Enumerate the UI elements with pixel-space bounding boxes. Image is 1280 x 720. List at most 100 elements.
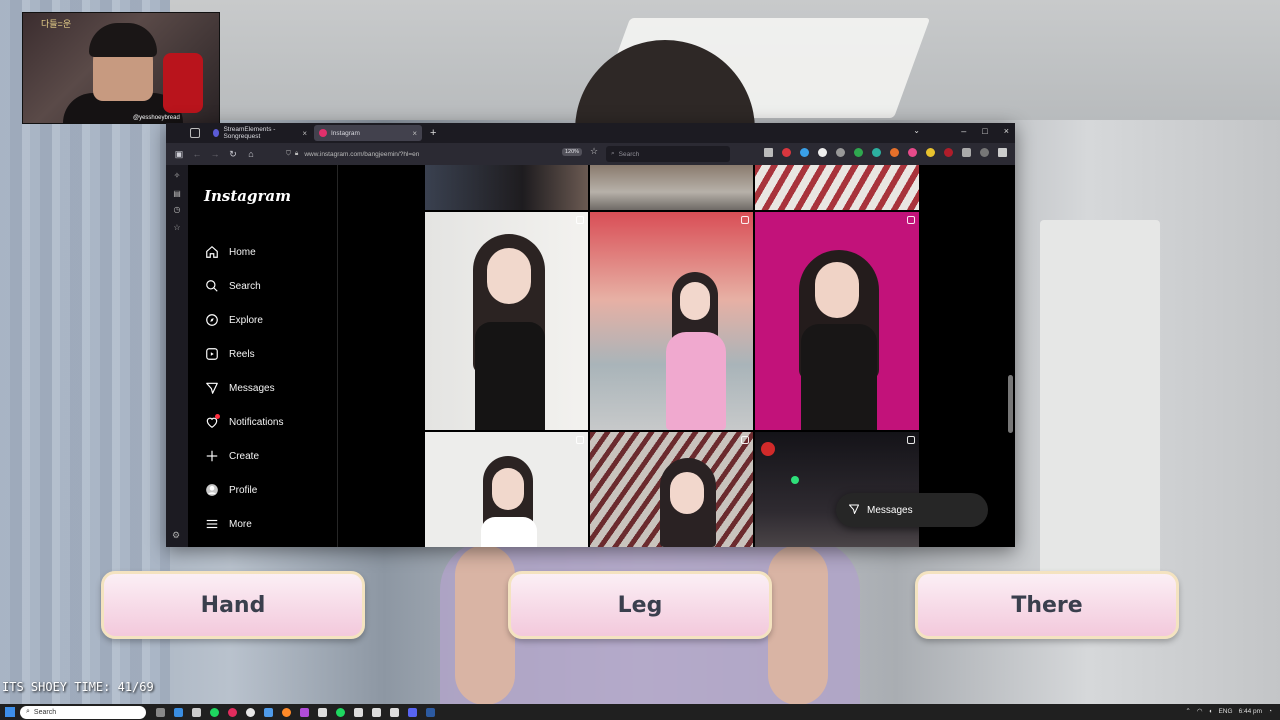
nav-item-messages[interactable]: Messages xyxy=(204,371,283,405)
extension-orange-icon[interactable] xyxy=(890,148,899,157)
post-thumbnail[interactable] xyxy=(425,165,588,210)
browser-window: StreamElements - Songrequest × Instagram… xyxy=(166,123,1015,547)
nav-item-more[interactable]: More xyxy=(204,507,283,541)
app-icon[interactable] xyxy=(318,707,327,717)
extension-green-icon[interactable] xyxy=(854,148,863,157)
post-thumbnail[interactable] xyxy=(425,212,588,430)
extension-pink-icon[interactable] xyxy=(908,148,917,157)
chevron-down-icon[interactable]: ⌄ xyxy=(913,126,920,135)
close-icon[interactable]: × xyxy=(412,129,417,138)
floating-messages-label: Messages xyxy=(867,504,913,516)
close-icon[interactable]: × xyxy=(302,129,307,138)
nav-item-explore[interactable]: Explore xyxy=(204,303,283,337)
post-thumbnail[interactable] xyxy=(590,212,753,430)
sidebar-toggle-icon[interactable]: ▣ xyxy=(170,149,188,160)
forward-icon[interactable]: → xyxy=(206,149,224,159)
history-icon[interactable]: ◷ xyxy=(172,205,182,215)
scrollbar-thumb[interactable] xyxy=(1008,375,1013,433)
extension-grey-icon[interactable] xyxy=(836,148,845,157)
speaker-icon[interactable]: ◖ xyxy=(1209,708,1213,715)
windows-start-icon[interactable] xyxy=(5,707,15,717)
post-thumbnail[interactable] xyxy=(425,432,588,547)
photo-street-sign xyxy=(761,442,775,456)
post-thumbnail[interactable] xyxy=(755,212,919,430)
nav-item-profile[interactable]: Profile xyxy=(204,473,283,507)
app-icon[interactable] xyxy=(174,707,183,717)
nav-item-search[interactable]: Search xyxy=(204,269,283,303)
background-person-arm-left xyxy=(455,545,515,705)
minimize-icon[interactable]: – xyxy=(961,126,966,136)
answer-button-there[interactable]: There xyxy=(915,571,1179,639)
tab-label: StreamElements - Songrequest xyxy=(223,126,276,140)
floating-messages-button[interactable]: Messages xyxy=(836,493,988,527)
app-icon[interactable] xyxy=(264,707,273,717)
extension-darkred-icon[interactable] xyxy=(944,148,953,157)
spotify-icon[interactable] xyxy=(336,707,345,717)
app-icon[interactable] xyxy=(300,707,309,717)
extension-red-icon[interactable] xyxy=(782,148,791,157)
tab-instagram[interactable]: Instagram × xyxy=(314,125,422,141)
photo-outfit xyxy=(801,324,877,430)
notification-bell-icon[interactable]: ◔ xyxy=(1268,708,1272,715)
nav-label: Explore xyxy=(229,314,263,326)
post-thumbnail[interactable] xyxy=(755,432,919,547)
nav-item-reels[interactable]: Reels xyxy=(204,337,283,371)
new-tab-icon[interactable]: + xyxy=(430,127,436,139)
spotify-icon[interactable] xyxy=(210,707,219,717)
app-icon[interactable] xyxy=(372,707,381,717)
photo-dress xyxy=(666,332,726,430)
app-icon[interactable] xyxy=(408,707,417,717)
library-icon[interactable] xyxy=(764,148,773,157)
nav-item-create[interactable]: Create xyxy=(204,439,283,473)
tab-list-icon[interactable] xyxy=(190,128,200,138)
plus-icon xyxy=(204,448,220,464)
extensions-puzzle-icon[interactable] xyxy=(962,148,971,157)
app-icon[interactable] xyxy=(228,707,237,717)
app-icon[interactable] xyxy=(354,707,363,717)
answer-button-hand[interactable]: Hand xyxy=(101,571,365,639)
zoom-badge[interactable]: 120% xyxy=(562,148,583,156)
bookmark-star-icon[interactable]: ☆ xyxy=(590,146,598,157)
reload-icon[interactable]: ↻ xyxy=(224,149,242,160)
tab-streamelements[interactable]: StreamElements - Songrequest × xyxy=(208,125,312,141)
stream-overlay-counter: ITS SHOEY TIME: 41/69 xyxy=(2,680,154,694)
post-thumbnail[interactable] xyxy=(590,432,753,547)
search-icon: ⌕ xyxy=(611,150,615,157)
bookmarks-icon[interactable]: ☆ xyxy=(172,223,182,233)
speaker-icon[interactable] xyxy=(980,148,989,157)
nav-label: Messages xyxy=(229,382,275,394)
app-icon[interactable] xyxy=(426,707,435,717)
chevron-up-icon[interactable]: ⌃ xyxy=(1185,707,1190,715)
post-thumbnail[interactable] xyxy=(590,165,753,210)
instagram-logo[interactable]: Instagram xyxy=(204,187,291,205)
tabs-icon[interactable]: ▤ xyxy=(172,189,182,199)
search-input[interactable]: ⌕ Search xyxy=(606,146,730,162)
home-icon[interactable]: ⌂ xyxy=(242,149,260,159)
clock[interactable]: 6:44 pm xyxy=(1239,708,1263,715)
ai-icon[interactable]: ✧ xyxy=(172,171,182,181)
answer-button-leg[interactable]: Leg xyxy=(508,571,772,639)
nav-item-notifications[interactable]: Notifications xyxy=(204,405,283,439)
wifi-icon[interactable]: ◠ xyxy=(1197,707,1203,715)
task-view-icon[interactable] xyxy=(156,707,165,717)
menu-icon[interactable] xyxy=(998,148,1007,157)
maximize-icon[interactable]: □ xyxy=(982,126,987,136)
extension-blue-icon[interactable] xyxy=(800,148,809,157)
post-thumbnail[interactable] xyxy=(755,165,919,210)
extension-white-icon[interactable] xyxy=(818,148,827,157)
url-bar[interactable]: ⛉ 🔒︎ www.instagram.com/bangjeemin/?hl=en xyxy=(286,147,586,161)
gear-icon[interactable]: ⚙ xyxy=(172,530,180,541)
extension-teal-icon[interactable] xyxy=(872,148,881,157)
close-window-icon[interactable]: × xyxy=(1004,126,1009,136)
window-controls: – □ × xyxy=(961,126,1009,136)
app-icon[interactable] xyxy=(246,707,255,717)
language-indicator[interactable]: ENG xyxy=(1218,708,1232,715)
app-icon[interactable] xyxy=(390,707,399,717)
app-icon[interactable] xyxy=(192,707,201,717)
extension-yellow-icon[interactable] xyxy=(926,148,935,157)
back-icon[interactable]: ← xyxy=(188,149,206,159)
nav-label: Notifications xyxy=(229,416,284,428)
firefox-icon[interactable] xyxy=(282,707,291,717)
nav-item-home[interactable]: Home xyxy=(204,235,283,269)
taskbar-search-input[interactable]: ⌕ Search xyxy=(20,705,146,719)
